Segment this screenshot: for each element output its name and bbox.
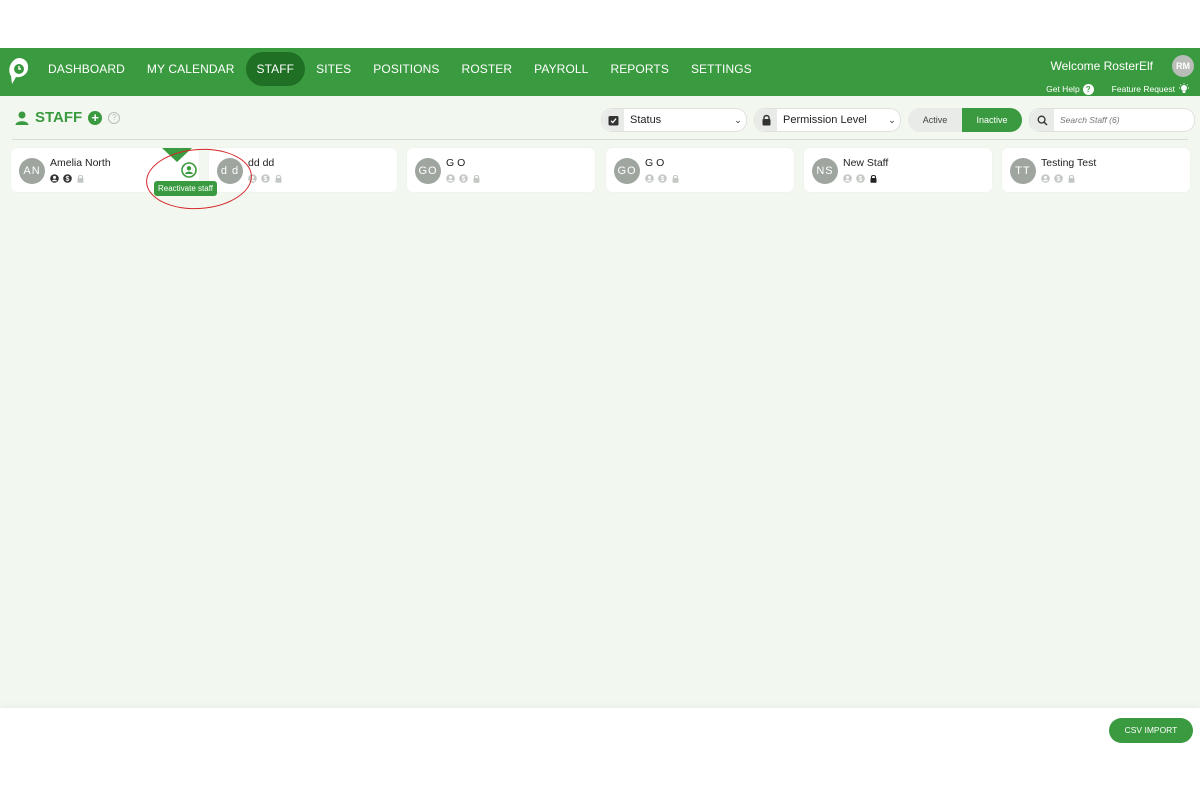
lightbulb-icon[interactable] [1178, 83, 1190, 95]
checkbox-icon [602, 109, 624, 131]
get-help-link[interactable]: Get Help [1046, 84, 1080, 94]
staff-avatar: TT [1010, 158, 1036, 184]
page-title-text: STAFF [35, 109, 83, 126]
search-box [1029, 108, 1195, 132]
person-badge-icon [50, 174, 59, 183]
main-nav: DASHBOARD MY CALENDAR STAFF SITES POSITI… [37, 52, 763, 86]
add-staff-icon[interactable]: + [88, 110, 103, 125]
staff-card[interactable]: TT Testing Test $ [1002, 148, 1190, 192]
dollar-icon: $ [658, 174, 667, 183]
status-select[interactable]: Status ⌄ [601, 108, 747, 132]
staff-status-icons: $ [50, 174, 85, 183]
search-staff-input[interactable] [1054, 114, 1192, 126]
divider [12, 139, 1188, 140]
svg-text:$: $ [859, 176, 863, 183]
staff-avatar: AN [19, 158, 45, 184]
active-toggle-option[interactable]: Active [908, 108, 962, 132]
staff-avatar: NS [812, 158, 838, 184]
csv-import-button[interactable]: CSV IMPORT [1109, 718, 1193, 743]
help-links: Get Help ? Feature Request [1046, 82, 1190, 96]
rosterelf-logo-icon[interactable] [8, 56, 30, 86]
staff-card[interactable]: GO G O $ [407, 148, 595, 192]
staff-avatar: GO [614, 158, 640, 184]
chevron-down-icon: ⌄ [734, 114, 742, 125]
nav-sites[interactable]: SITES [305, 52, 362, 86]
staff-name: G O [645, 157, 665, 169]
person-badge-icon [446, 174, 455, 183]
chevron-down-icon: ⌄ [888, 114, 896, 125]
page-title: STAFF + ? [14, 109, 121, 126]
lock-icon [473, 174, 480, 183]
staff-page: STAFF + ? Status ⌄ Permission Level ⌄ Ac… [0, 96, 1200, 750]
nav-roster[interactable]: ROSTER [451, 52, 524, 86]
person-badge-icon [645, 174, 654, 183]
welcome-text: Welcome RosterElf [1050, 59, 1153, 73]
top-nav-bar: DASHBOARD MY CALENDAR STAFF SITES POSITI… [0, 48, 1200, 96]
nav-staff[interactable]: STAFF [245, 52, 306, 86]
status-select-label: Status [630, 114, 662, 126]
dollar-icon: $ [1054, 174, 1063, 183]
staff-name: Testing Test [1041, 157, 1097, 169]
staff-status-icons: $ [446, 174, 481, 183]
dollar-icon: $ [459, 174, 468, 183]
nav-payroll[interactable]: PAYROLL [523, 52, 599, 86]
help-icon[interactable]: ? [108, 111, 121, 124]
dollar-icon: $ [63, 174, 72, 183]
svg-text:$: $ [264, 176, 268, 183]
nav-settings[interactable]: SETTINGS [680, 52, 763, 86]
staff-status-icons: $ [1041, 174, 1076, 183]
nav-positions[interactable]: POSITIONS [362, 52, 450, 86]
person-badge-icon [843, 174, 852, 183]
staff-status-icons: $ [248, 174, 283, 183]
question-icon[interactable]: ? [1082, 83, 1094, 95]
svg-text:$: $ [1057, 176, 1061, 183]
dollar-icon: $ [856, 174, 865, 183]
lock-icon [275, 174, 282, 183]
staff-status-icons: $ [645, 174, 680, 183]
lock-icon [870, 174, 877, 183]
nav-dashboard[interactable]: DASHBOARD [37, 52, 136, 86]
staff-name: G O [446, 157, 466, 169]
lock-icon [77, 174, 84, 183]
lock-icon [672, 174, 679, 183]
nav-my-calendar[interactable]: MY CALENDAR [136, 52, 246, 86]
svg-text:$: $ [462, 176, 466, 183]
permission-level-select[interactable]: Permission Level ⌄ [754, 108, 901, 132]
search-icon [1030, 109, 1054, 131]
feature-request-link[interactable]: Feature Request [1112, 84, 1175, 94]
svg-text:$: $ [661, 176, 665, 183]
person-icon [15, 111, 29, 125]
staff-name: New Staff [843, 157, 889, 169]
staff-status-icons: $ [843, 174, 878, 183]
lock-icon [1068, 174, 1075, 183]
inactive-toggle-option[interactable]: Inactive [962, 108, 1022, 132]
active-inactive-toggle: Active Inactive [908, 108, 1022, 132]
svg-text:$: $ [66, 176, 70, 183]
dollar-icon: $ [261, 174, 270, 183]
staff-avatar: GO [415, 158, 441, 184]
footer-bar: CSV IMPORT [0, 708, 1200, 750]
staff-name: Amelia North [50, 157, 111, 169]
user-avatar[interactable]: RM [1172, 55, 1194, 77]
nav-reports[interactable]: REPORTS [599, 52, 680, 86]
lock-icon [755, 109, 777, 131]
staff-card[interactable]: GO G O $ [606, 148, 794, 192]
permission-select-label: Permission Level [783, 114, 867, 126]
staff-card[interactable]: NS New Staff $ [804, 148, 992, 192]
person-badge-icon [1041, 174, 1050, 183]
staff-name: dd dd [248, 157, 275, 169]
